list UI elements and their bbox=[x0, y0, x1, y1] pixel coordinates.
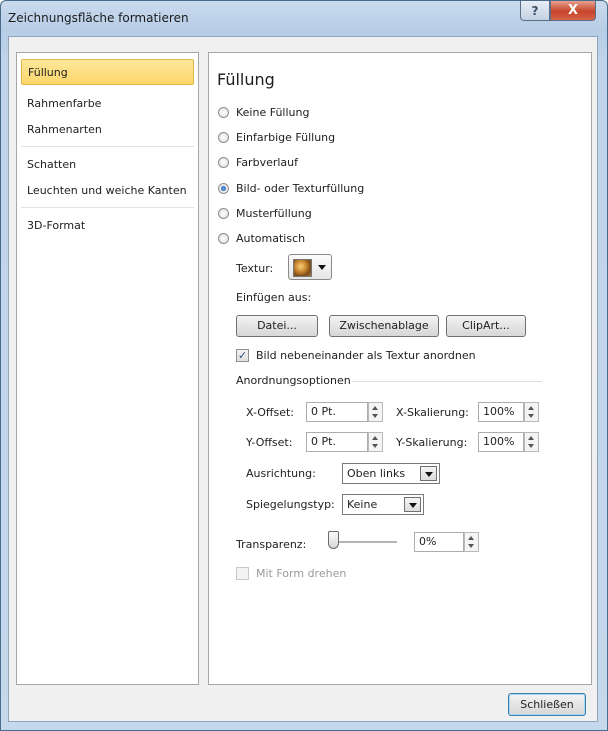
y-scale-spinner[interactable] bbox=[524, 432, 539, 452]
radio-label: Automatisch bbox=[236, 232, 306, 245]
category-list: Füllung Rahmenfarbe Rahmenarten Schatten… bbox=[16, 52, 199, 685]
help-icon: ? bbox=[531, 3, 539, 18]
nav-item-fuellung[interactable]: Füllung bbox=[21, 59, 194, 85]
dialog-title: Zeichnungsfläche formatieren bbox=[8, 11, 189, 25]
tile-checkbox[interactable]: ✓ bbox=[236, 349, 249, 362]
nav-item-schatten[interactable]: Schatten bbox=[21, 152, 194, 178]
radio-label: Musterfüllung bbox=[236, 207, 312, 220]
transparency-slider-track[interactable] bbox=[333, 541, 397, 543]
close-window-button[interactable]: X bbox=[550, 1, 596, 21]
x-offset-spinner[interactable] bbox=[368, 402, 383, 422]
alignment-dropdown[interactable]: Oben links bbox=[342, 463, 440, 484]
y-offset-input[interactable]: 0 Pt. bbox=[306, 432, 368, 452]
y-scale-label: Y-Skalierung: bbox=[396, 436, 468, 449]
x-offset-label: X-Offset: bbox=[246, 406, 295, 419]
transparency-label: Transparenz: bbox=[236, 538, 307, 551]
alignment-label: Ausrichtung: bbox=[246, 467, 316, 480]
chevron-down-icon bbox=[318, 265, 326, 270]
radio-label: Keine Füllung bbox=[236, 106, 310, 119]
radio-farbverlauf[interactable] bbox=[218, 157, 229, 168]
close-button[interactable]: Schließen bbox=[508, 693, 586, 716]
tiling-options-label: Anordnungsoptionen bbox=[236, 374, 351, 387]
insert-from-label: Einfügen aus: bbox=[236, 291, 312, 304]
texture-picker[interactable] bbox=[288, 254, 332, 280]
group-divider bbox=[352, 381, 542, 382]
rotate-with-shape-label: Mit Form drehen bbox=[256, 567, 347, 580]
y-offset-spinner[interactable] bbox=[368, 432, 383, 452]
chevron-down-icon bbox=[420, 466, 437, 481]
transparency-slider-thumb[interactable] bbox=[328, 531, 339, 549]
nav-item-3d-format[interactable]: 3D-Format bbox=[21, 213, 194, 239]
rotate-with-shape-checkbox bbox=[236, 567, 249, 580]
texture-swatch-icon bbox=[293, 259, 312, 277]
transparency-spinner[interactable] bbox=[464, 532, 479, 552]
radio-automatisch[interactable] bbox=[218, 233, 229, 244]
clipart-button[interactable]: ClipArt... bbox=[446, 315, 526, 337]
radio-label: Farbverlauf bbox=[236, 156, 299, 169]
section-heading: Füllung bbox=[217, 70, 275, 89]
radio-label: Bild- oder Texturfüllung bbox=[236, 182, 365, 195]
nav-item-leuchten[interactable]: Leuchten und weiche Kanten bbox=[21, 178, 194, 204]
clipboard-button[interactable]: Zwischenablage bbox=[329, 315, 439, 337]
mirror-value: Keine bbox=[347, 498, 378, 511]
radio-label: Einfarbige Füllung bbox=[236, 131, 336, 144]
close-icon: X bbox=[567, 3, 579, 18]
y-offset-label: Y-Offset: bbox=[246, 436, 293, 449]
tile-checkbox-label: Bild nebeneinander als Textur anordnen bbox=[256, 349, 476, 362]
radio-einfarbige-fuellung[interactable] bbox=[218, 132, 229, 143]
nav-divider bbox=[21, 146, 194, 147]
x-scale-label: X-Skalierung: bbox=[396, 406, 469, 419]
mirror-dropdown[interactable]: Keine bbox=[342, 494, 424, 515]
texture-label: Textur: bbox=[236, 262, 274, 275]
help-button[interactable]: ? bbox=[520, 1, 550, 21]
chevron-down-icon bbox=[404, 497, 421, 512]
nav-item-rahmenfarbe[interactable]: Rahmenfarbe bbox=[21, 91, 194, 117]
x-scale-spinner[interactable] bbox=[524, 402, 539, 422]
transparency-input[interactable]: 0% bbox=[414, 532, 464, 552]
mirror-label: Spiegelungstyp: bbox=[246, 498, 335, 511]
y-scale-input[interactable]: 100% bbox=[478, 432, 524, 452]
radio-musterfuellung[interactable] bbox=[218, 208, 229, 219]
settings-panel bbox=[208, 52, 592, 685]
nav-item-rahmenarten[interactable]: Rahmenarten bbox=[21, 117, 194, 143]
x-scale-input[interactable]: 100% bbox=[478, 402, 524, 422]
alignment-value: Oben links bbox=[347, 467, 406, 480]
title-bar[interactable]: Zeichnungsfläche formatieren ? X bbox=[1, 1, 607, 37]
radio-keine-fuellung[interactable] bbox=[218, 107, 229, 118]
radio-bild-texturfuellung[interactable] bbox=[218, 183, 229, 194]
nav-divider bbox=[21, 207, 194, 208]
file-button[interactable]: Datei... bbox=[236, 315, 318, 337]
x-offset-input[interactable]: 0 Pt. bbox=[306, 402, 368, 422]
